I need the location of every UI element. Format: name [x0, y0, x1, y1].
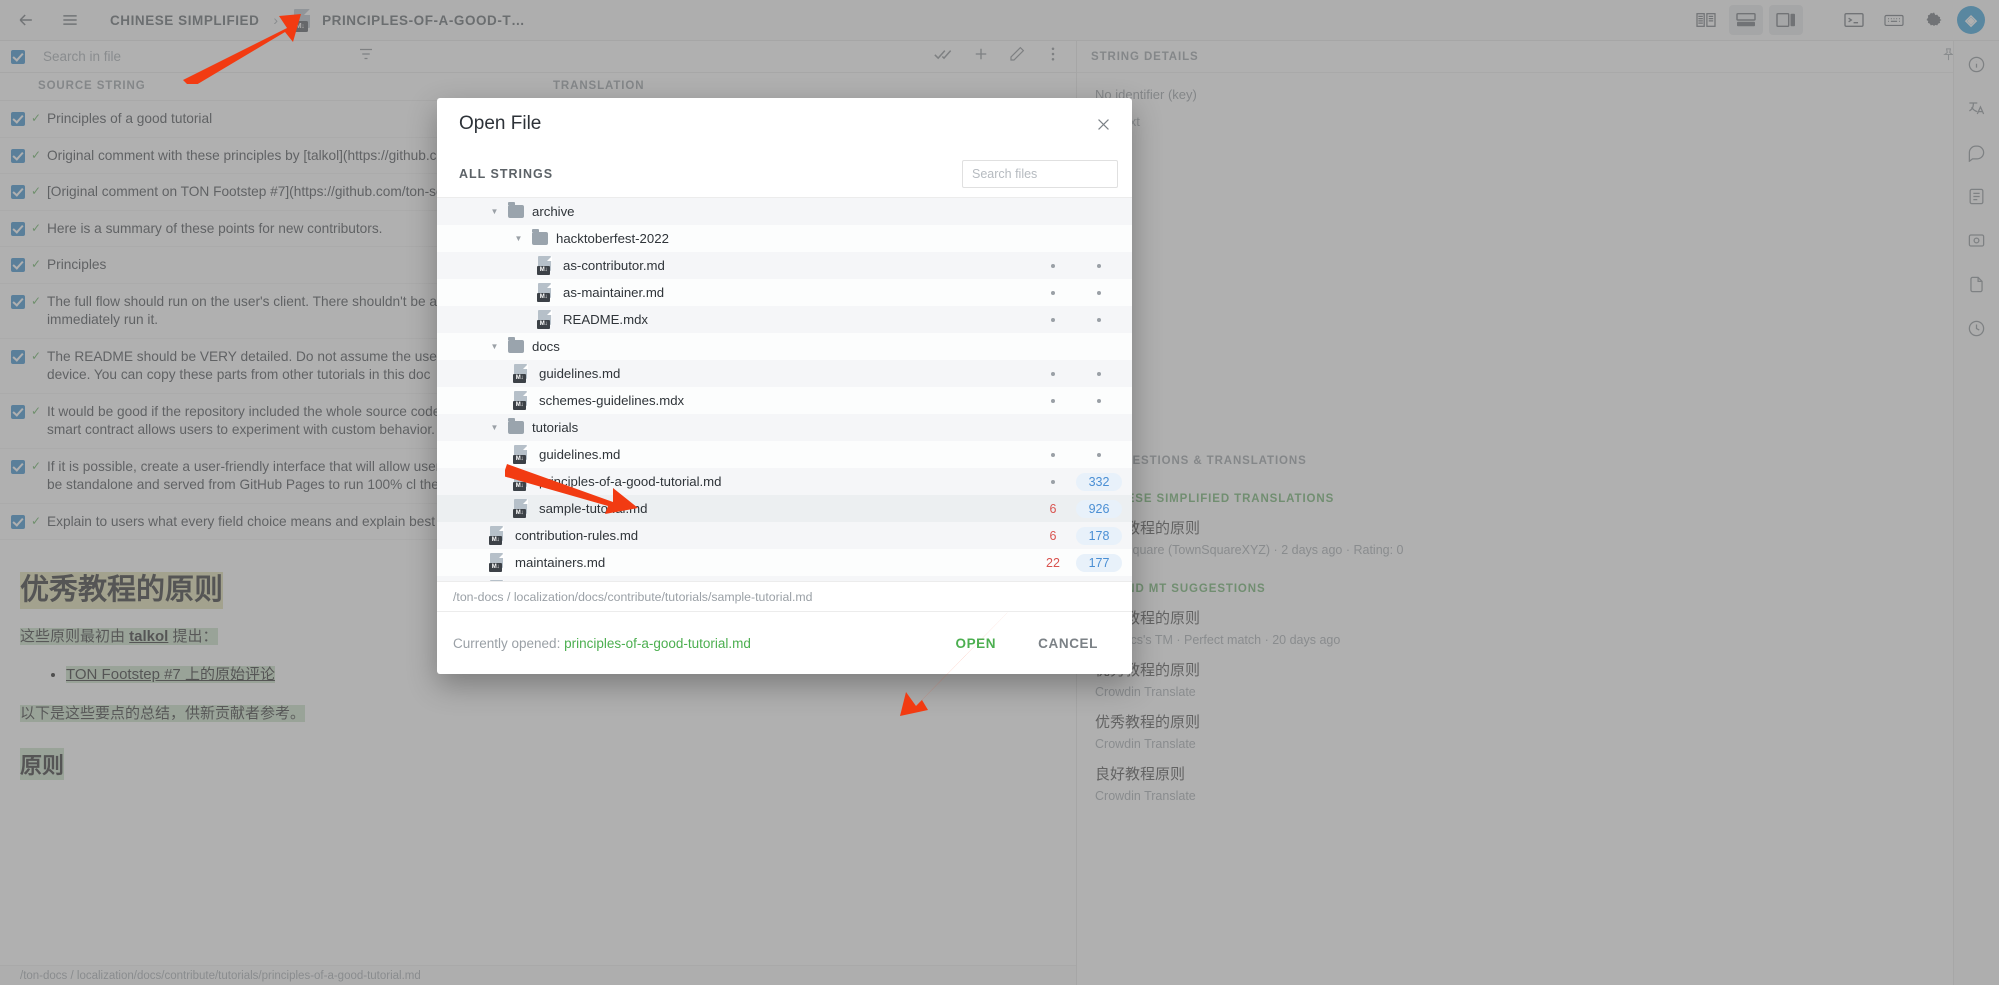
- tree-row-badges: 22 177: [1030, 553, 1122, 572]
- markdown-file-icon: M↓: [513, 445, 530, 464]
- tree-folder-row[interactable]: ▼ archive: [437, 198, 1132, 225]
- tree-item-label: principles-of-a-good-tutorial.md: [539, 474, 722, 489]
- badge-dot: [1076, 394, 1122, 408]
- tree-folder-row[interactable]: ▼ docs: [437, 333, 1132, 360]
- badge-dot: [1030, 259, 1076, 273]
- badge-dot: [1030, 313, 1076, 327]
- tree-item-label: schemes-guidelines.mdx: [539, 393, 685, 408]
- tree-folder-row[interactable]: ▼ hacktoberfest-2022: [437, 225, 1132, 252]
- all-strings-label: ALL STRINGS: [459, 166, 554, 181]
- tree-item-label: as-maintainer.md: [563, 285, 665, 300]
- tree-item-label: as-contributor.md: [563, 258, 665, 273]
- badge-issues-count: 6: [1049, 501, 1057, 516]
- cancel-button[interactable]: CANCEL: [1022, 627, 1114, 660]
- tree-file-row[interactable]: M↓ as-contributor.md: [437, 252, 1132, 279]
- tree-item-label: hacktoberfest-2022: [556, 231, 669, 246]
- tree-file-row[interactable]: M↓ sample-tutorial.md 6 926: [437, 495, 1132, 522]
- tree-item-label: guidelines.md: [539, 366, 621, 381]
- tree-item-label: guidelines.md: [539, 447, 621, 462]
- dialog-footer: Currently opened: principles-of-a-good-t…: [437, 611, 1132, 674]
- selected-file-path: /ton-docs / localization/docs/contribute…: [437, 581, 1132, 611]
- badge-dot: [1076, 448, 1122, 462]
- tree-row-badges: 315: [1030, 580, 1122, 581]
- badge-translated-count: 926: [1076, 499, 1122, 518]
- tree-file-row[interactable]: M↓ principles-of-a-good-tutorial.md 332: [437, 468, 1132, 495]
- folder-icon: [508, 202, 524, 218]
- tree-folder-row[interactable]: ▼ tutorials: [437, 414, 1132, 441]
- dialog-title: Open File: [459, 113, 542, 134]
- dialog-subheader: ALL STRINGS Search files: [437, 150, 1132, 198]
- tree-item-label: contribution-rules.md: [515, 528, 639, 543]
- currently-opened-file: principles-of-a-good-tutorial.md: [564, 635, 751, 651]
- badge-translated-count: 178: [1076, 526, 1122, 545]
- tree-file-row[interactable]: M↓ README.mdx: [437, 306, 1132, 333]
- tree-row-badges: 332: [1030, 472, 1122, 491]
- tree-item-label: tutorials: [532, 420, 579, 435]
- folder-icon: [508, 418, 524, 434]
- folder-icon: [532, 229, 548, 245]
- markdown-file-icon: M↓: [513, 472, 530, 491]
- tree-file-row[interactable]: M↓ as-maintainer.md: [437, 279, 1132, 306]
- badge-dot: [1076, 367, 1122, 381]
- badge-issues-count: 6: [1049, 528, 1057, 543]
- tree-file-row[interactable]: M↓ maintainers.md 22 177: [437, 549, 1132, 576]
- open-file-dialog: Open File ALL STRINGS Search files ▼ arch…: [437, 98, 1132, 674]
- tree-row-badges: [1030, 286, 1122, 300]
- markdown-file-icon: M↓: [537, 310, 554, 329]
- tree-file-row[interactable]: M↓ schemes-guidelines.mdx: [437, 387, 1132, 414]
- badge-dot: [1030, 394, 1076, 408]
- tree-file-row[interactable]: M↓participate.md315: [437, 576, 1132, 581]
- badge-translated-count: 315: [1076, 580, 1122, 581]
- tree-item-label: README.mdx: [563, 312, 648, 327]
- badge-dot: [1076, 286, 1122, 300]
- markdown-file-icon: M↓: [537, 256, 554, 275]
- badge-dot: [1030, 448, 1076, 462]
- markdown-file-icon: M↓: [537, 283, 554, 302]
- tree-item-label: sample-tutorial.md: [539, 501, 648, 516]
- tree-row-badges: [1030, 259, 1122, 273]
- badge-dot: [1076, 313, 1122, 327]
- tree-row-badges: 6 926: [1030, 499, 1122, 518]
- currently-opened-label: Currently opened: principles-of-a-good-t…: [453, 636, 751, 651]
- file-tree: ▼ archive ▼ hacktoberfest-2022 M↓ as-contribu…: [437, 198, 1132, 581]
- tree-row-badges: [1030, 313, 1122, 327]
- badge-dot: [1076, 259, 1122, 273]
- badge-issues-count: 22: [1046, 555, 1060, 570]
- tree-row-badges: 6 178: [1030, 526, 1122, 545]
- tree-file-row[interactable]: M↓ guidelines.md: [437, 360, 1132, 387]
- currently-opened-text: Currently opened:: [453, 635, 561, 651]
- badge-dot: [1030, 286, 1076, 300]
- tree-file-row[interactable]: M↓ contribution-rules.md 6 178: [437, 522, 1132, 549]
- tree-row-badges: [1030, 448, 1122, 462]
- markdown-file-icon: M↓: [489, 580, 506, 581]
- markdown-file-icon: M↓: [513, 391, 530, 410]
- badge-translated-count: 177: [1076, 553, 1122, 572]
- badge-dot: [1030, 367, 1076, 381]
- folder-icon: [508, 337, 524, 353]
- chevron-down-icon[interactable]: ▼: [489, 423, 500, 432]
- chevron-down-icon[interactable]: ▼: [489, 207, 500, 216]
- footer-buttons: OPEN CANCEL: [939, 627, 1114, 660]
- chevron-down-icon[interactable]: ▼: [489, 342, 500, 351]
- tree-row-badges: [1030, 394, 1122, 408]
- badge-translated-count: 332: [1076, 472, 1122, 491]
- tree-item-label: docs: [532, 339, 560, 354]
- tree-item-label: archive: [532, 204, 575, 219]
- markdown-file-icon: M↓: [489, 553, 506, 572]
- markdown-file-icon: M↓: [489, 526, 506, 545]
- open-button[interactable]: OPEN: [939, 627, 1012, 660]
- badge-dot: [1030, 475, 1076, 489]
- close-icon[interactable]: [1088, 109, 1118, 139]
- dialog-header: Open File: [437, 98, 1132, 150]
- markdown-file-icon: M↓: [513, 499, 530, 518]
- tree-file-row[interactable]: M↓ guidelines.md: [437, 441, 1132, 468]
- tree-item-label: maintainers.md: [515, 555, 606, 570]
- chevron-down-icon[interactable]: ▼: [513, 234, 524, 243]
- tree-row-badges: [1030, 367, 1122, 381]
- markdown-file-icon: M↓: [513, 364, 530, 383]
- search-files-input[interactable]: Search files: [962, 159, 1118, 188]
